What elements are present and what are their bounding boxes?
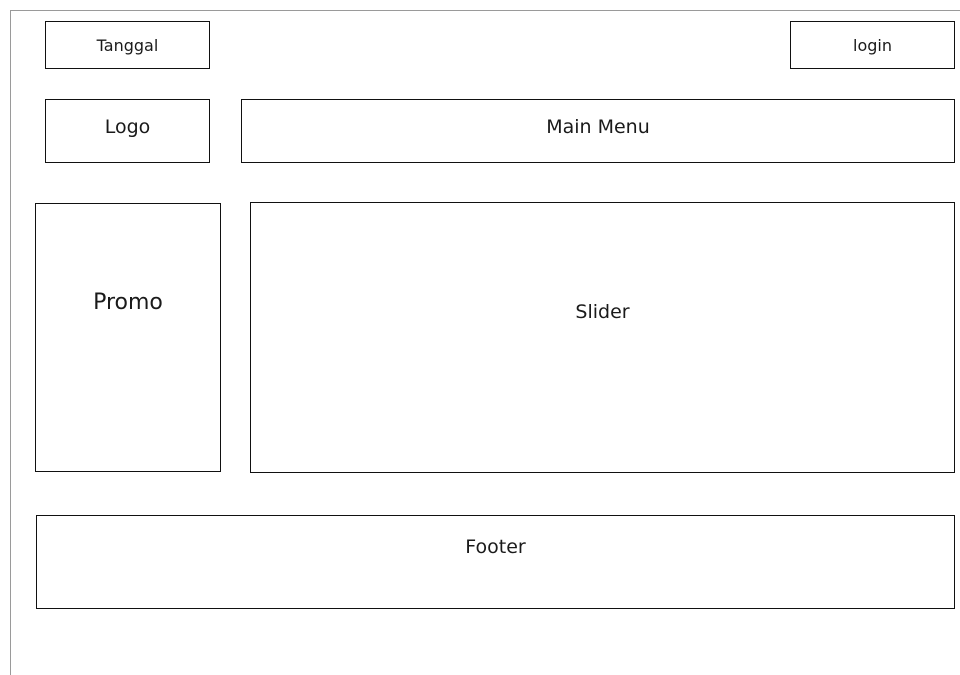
main-menu-label: Main Menu — [546, 116, 650, 138]
main-menu-box[interactable]: Main Menu — [241, 99, 955, 163]
slider-label: Slider — [575, 301, 630, 323]
promo-label: Promo — [93, 290, 163, 315]
page-frame-top-edge — [10, 10, 960, 11]
date-label: Tanggal — [96, 35, 159, 55]
wireframe-canvas: Tanggal login Logo Main Menu Promo Slide… — [0, 0, 960, 675]
page-frame-left-edge — [10, 10, 11, 675]
logo-label: Logo — [104, 116, 151, 138]
footer-box: Footer — [36, 515, 955, 609]
logo-box: Logo — [45, 99, 210, 163]
promo-box: Promo — [35, 203, 221, 472]
slider-box: Slider — [250, 202, 955, 473]
login-label: login — [853, 35, 892, 55]
date-box: Tanggal — [45, 21, 210, 69]
footer-label: Footer — [465, 536, 526, 558]
login-box[interactable]: login — [790, 21, 955, 69]
